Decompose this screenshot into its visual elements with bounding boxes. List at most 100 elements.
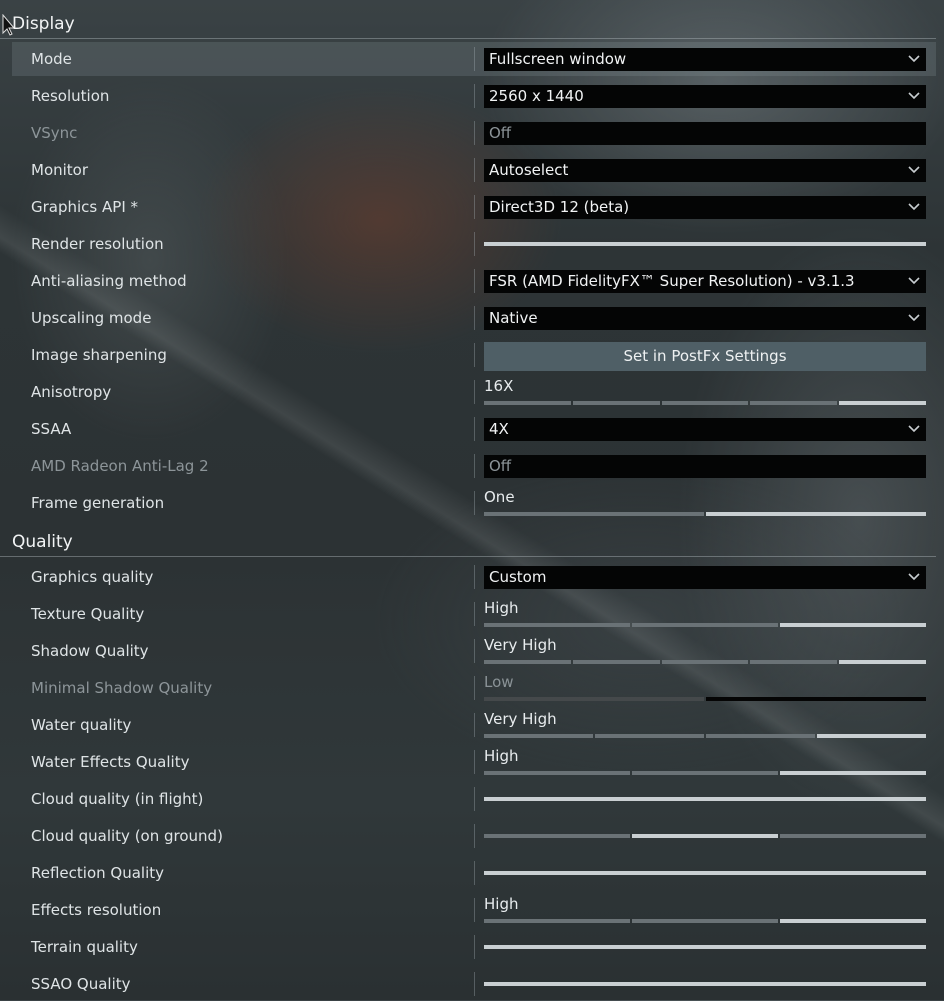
setting-row-water-effects-quality[interactable]: Water Effects Quality High (12, 745, 936, 779)
slider-segment (661, 401, 749, 405)
selected-value: Custom (489, 568, 547, 586)
ssaa-dropdown[interactable]: 4X (484, 418, 926, 441)
setting-row-anisotropy[interactable]: Anisotropy 16X (12, 375, 936, 409)
section-title: Quality (12, 532, 73, 552)
setting-row-shadow-quality[interactable]: Shadow Quality Very High (12, 634, 936, 668)
setting-row-reflection-quality[interactable]: Reflection Quality (12, 856, 936, 890)
slider-segment (839, 660, 926, 664)
amd-radeon-anti-lag-2-value: Off (484, 455, 926, 478)
selected-value: Off (489, 457, 512, 475)
setting-row-terrain-quality[interactable]: Terrain quality (12, 930, 936, 964)
column-divider (474, 306, 475, 330)
setting-row-resolution[interactable]: Resolution 2560 x 1440 (12, 79, 936, 113)
mode-dropdown[interactable]: Fullscreen window (484, 48, 926, 71)
column-divider (474, 343, 475, 367)
slider-segment (484, 623, 630, 627)
terrain-quality-slider[interactable] (484, 945, 926, 949)
resolution-dropdown[interactable]: 2560 x 1440 (484, 85, 926, 108)
chevron-down-icon (908, 92, 920, 100)
cloud-quality-on-ground-slider[interactable] (484, 834, 926, 838)
selected-value: FSR (AMD FidelityFX™ Super Resolution) -… (489, 272, 855, 290)
setting-row-ssao-quality[interactable]: SSAO Quality (12, 967, 936, 1001)
section-header-display: Display (0, 12, 936, 39)
slider-value: High (484, 747, 519, 765)
slider-segment (484, 919, 630, 923)
setting-row-ssaa[interactable]: SSAA 4X (12, 412, 936, 446)
water-quality-slider[interactable] (484, 734, 926, 738)
slider-value: One (484, 488, 515, 506)
slider-segment (484, 660, 571, 664)
setting-row-graphics-quality[interactable]: Graphics quality Custom (12, 560, 936, 594)
column-divider (474, 232, 475, 256)
selected-value: 2560 x 1440 (489, 87, 584, 105)
setting-label: Render resolution (31, 235, 164, 253)
setting-label: Monitor (31, 161, 89, 179)
setting-label: Texture Quality (31, 605, 145, 623)
column-divider (474, 602, 475, 626)
column-divider (474, 491, 475, 515)
column-divider (474, 454, 475, 478)
slider-segment (750, 401, 838, 405)
selected-value: Off (489, 124, 512, 142)
setting-label: Minimal Shadow Quality (31, 679, 213, 697)
selected-value: Fullscreen window (489, 50, 627, 68)
setting-label: Water quality (31, 716, 132, 734)
setting-label: Graphics API * (31, 198, 139, 216)
setting-row-mode[interactable]: Mode Fullscreen window (12, 42, 936, 76)
graphics-quality-dropdown[interactable]: Custom (484, 566, 926, 589)
ssao-quality-slider[interactable] (484, 982, 926, 986)
setting-label: Reflection Quality (31, 864, 165, 882)
slider-segment (817, 734, 926, 738)
setting-label: Image sharpening (31, 346, 167, 364)
column-divider (474, 861, 475, 885)
shadow-quality-slider[interactable] (484, 660, 926, 664)
cloud-quality-in-flight-slider[interactable] (484, 797, 926, 801)
anti-aliasing-method-dropdown[interactable]: FSR (AMD FidelityFX™ Super Resolution) -… (484, 270, 926, 293)
setting-label: VSync (31, 124, 78, 142)
setting-row-texture-quality[interactable]: Texture Quality High (12, 597, 936, 631)
column-divider (474, 84, 475, 108)
setting-label: Upscaling mode (31, 309, 152, 327)
render-resolution-slider[interactable] (484, 242, 926, 246)
frame-generation-slider[interactable] (484, 512, 926, 516)
slider-segment (780, 834, 926, 838)
setting-row-cloud-quality-on-ground[interactable]: Cloud quality (on ground) (12, 819, 936, 853)
slider-segment (484, 982, 926, 986)
chevron-down-icon (908, 314, 920, 322)
slider-value: Low (484, 673, 514, 691)
slider-segment (706, 512, 926, 516)
column-divider (474, 269, 475, 293)
effects-resolution-slider[interactable] (484, 919, 926, 923)
column-divider (474, 676, 475, 700)
image-sharpening-button[interactable]: Set in PostFx Settings (484, 342, 926, 371)
setting-row-anti-aliasing-method[interactable]: Anti-aliasing method FSR (AMD FidelityFX™… (12, 264, 936, 298)
selected-value: Autoselect (489, 161, 569, 179)
setting-label: AMD Radeon Anti-Lag 2 (31, 457, 209, 475)
texture-quality-slider[interactable] (484, 623, 926, 627)
setting-row-effects-resolution[interactable]: Effects resolution High (12, 893, 936, 927)
setting-label: Cloud quality (in flight) (31, 790, 204, 808)
setting-row-graphics-api[interactable]: Graphics API * Direct3D 12 (beta) (12, 190, 936, 224)
monitor-dropdown[interactable]: Autoselect (484, 159, 926, 182)
slider-segment (595, 734, 704, 738)
slider-segment (484, 834, 630, 838)
slider-segment (484, 945, 926, 949)
anisotropy-slider[interactable] (484, 401, 926, 405)
setting-row-water-quality[interactable]: Water quality Very High (12, 708, 936, 742)
setting-row-frame-generation[interactable]: Frame generation One (12, 486, 936, 520)
slider-segment (632, 834, 778, 838)
water-effects-quality-slider[interactable] (484, 771, 926, 775)
slider-value: Very High (484, 710, 557, 728)
setting-row-render-resolution[interactable]: Render resolution (12, 227, 936, 261)
slider-segment (661, 660, 749, 664)
setting-row-image-sharpening[interactable]: Image sharpening Set in PostFx Settings (12, 338, 936, 372)
upscaling-mode-dropdown[interactable]: Native (484, 307, 926, 330)
setting-row-upscaling-mode[interactable]: Upscaling mode Native (12, 301, 936, 335)
setting-row-cloud-quality-in-flight[interactable]: Cloud quality (in flight) (12, 782, 936, 816)
reflection-quality-slider[interactable] (484, 871, 926, 875)
selected-value: Native (489, 309, 538, 327)
minimal-shadow-quality-slider (484, 697, 926, 701)
setting-row-monitor[interactable]: Monitor Autoselect (12, 153, 936, 187)
setting-row-amd-radeon-anti-lag-2: AMD Radeon Anti-Lag 2 Off (12, 449, 936, 483)
graphics-api-dropdown[interactable]: Direct3D 12 (beta) (484, 196, 926, 219)
